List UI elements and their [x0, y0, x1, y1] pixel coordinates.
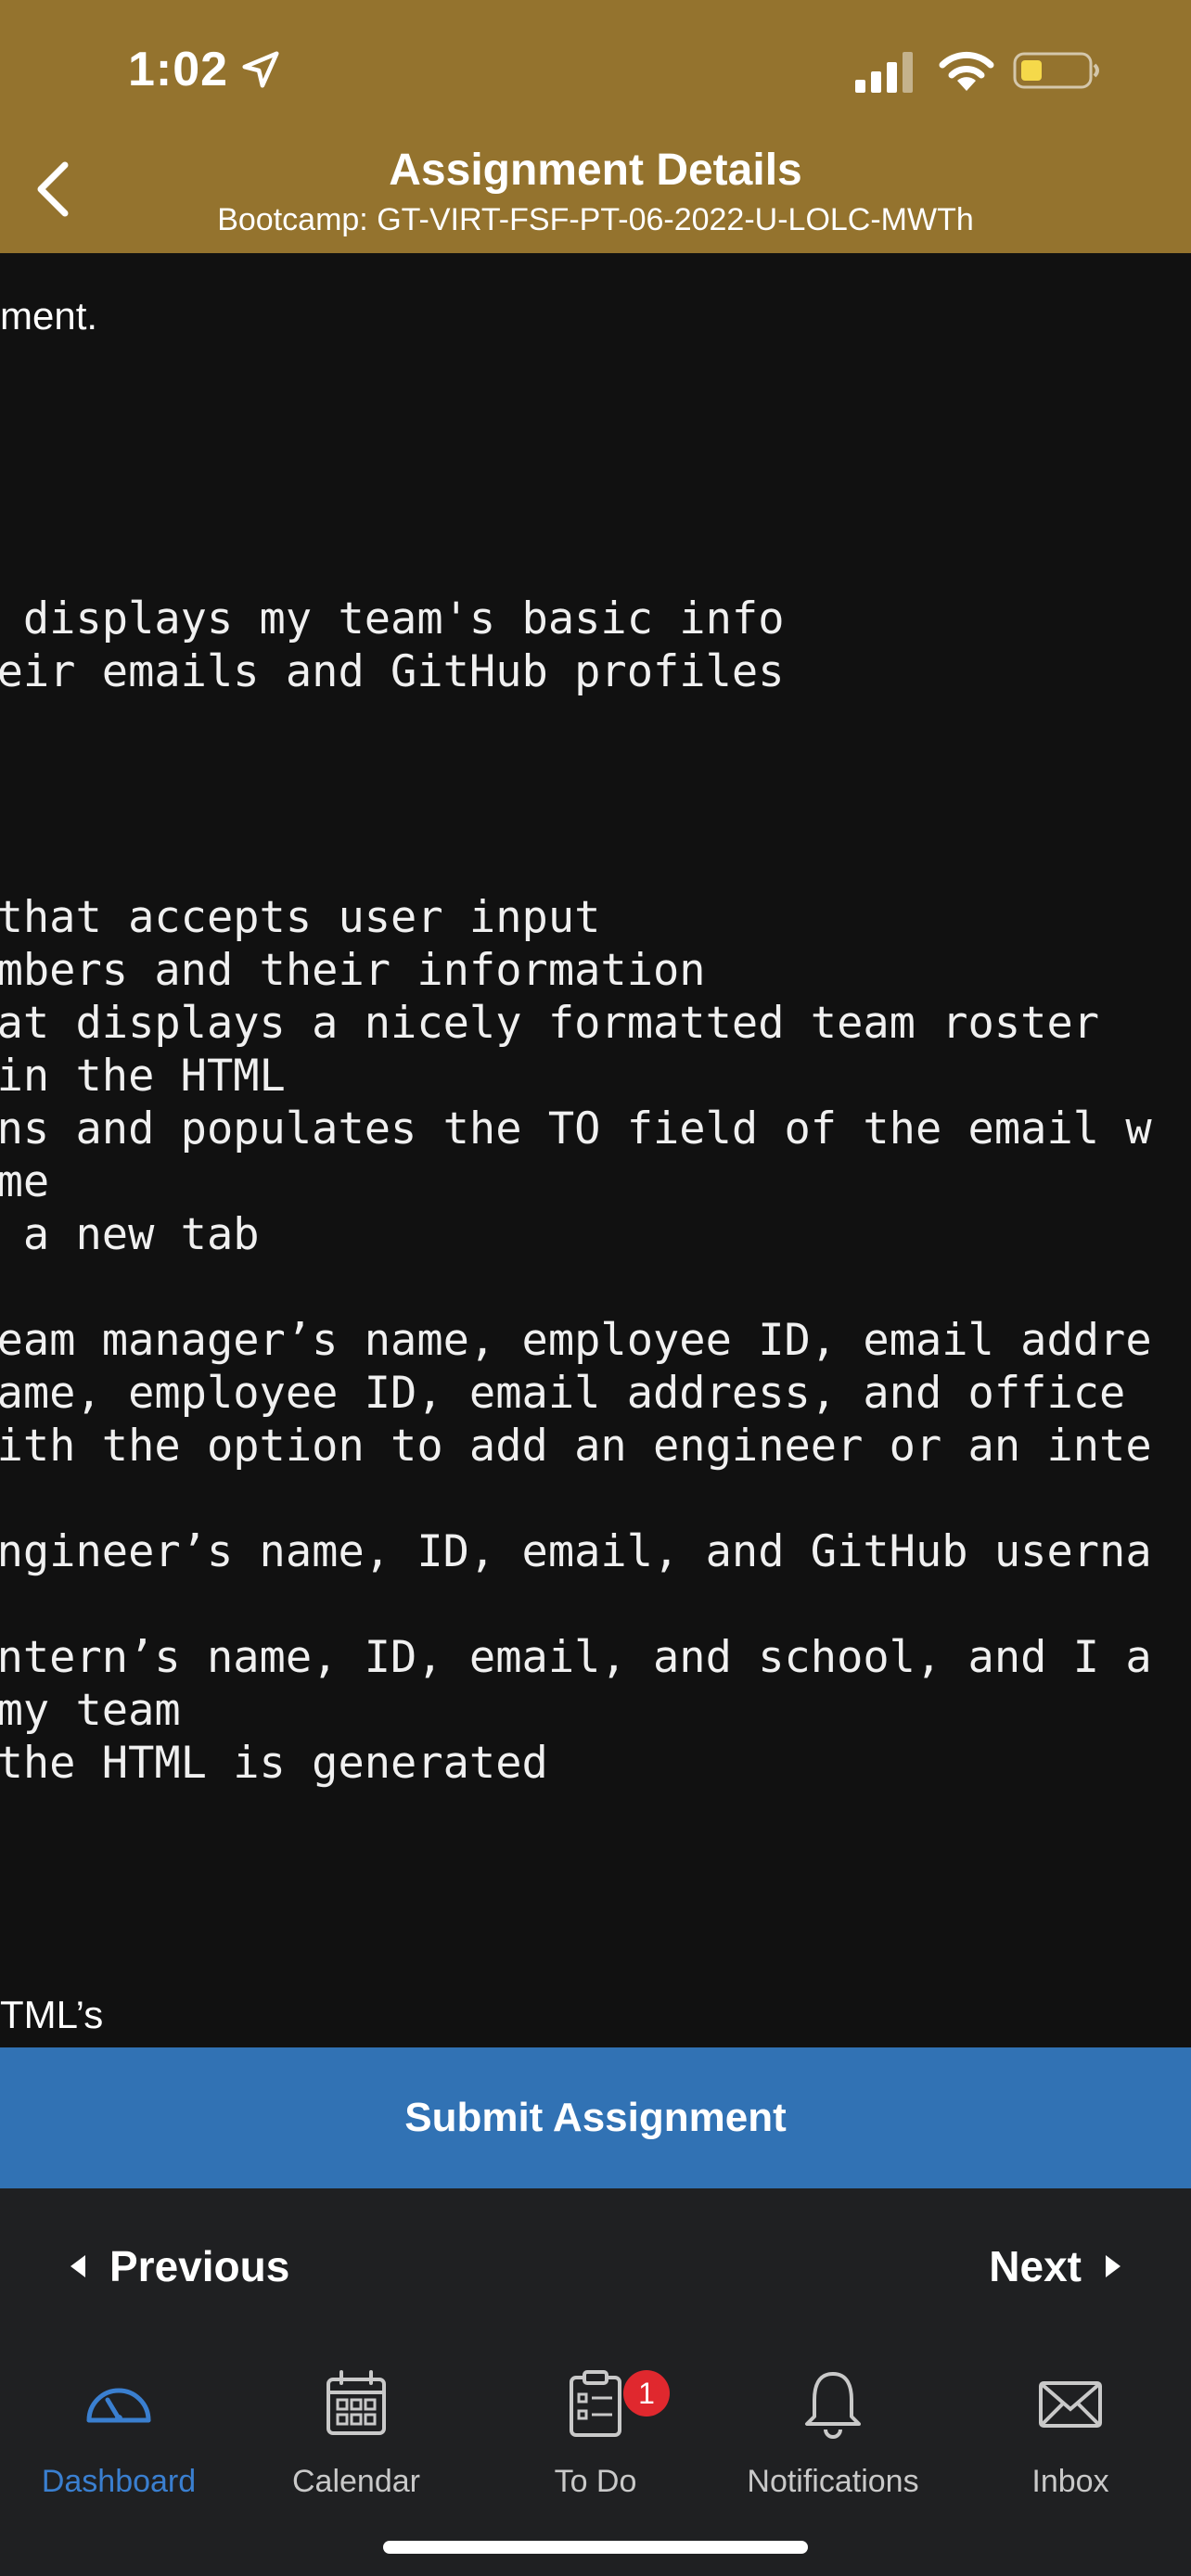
code-line: nt displays my team's basic info	[0, 593, 785, 644]
status-bar: 1:02	[0, 0, 1191, 139]
tab-label: Inbox	[1031, 2464, 1109, 2499]
code-line: n that accepts user input	[0, 892, 601, 943]
tab-label: Dashboard	[41, 2464, 197, 2499]
code-line: their emails and GitHub profiles	[0, 646, 785, 697]
description-text: TML’s	[0, 1993, 104, 2036]
status-time: 1:02	[128, 43, 229, 96]
page-subtitle: Bootcamp: GT-VIRT-FSF-PT-06-2022-U-LOLC-…	[217, 202, 974, 237]
code-line: g my team	[0, 1685, 181, 1736]
code-line: team manager’s name, employee ID, email …	[0, 1315, 1152, 1366]
battery-icon	[1013, 52, 1099, 89]
code-line: d the HTML is generated	[0, 1738, 548, 1789]
code-line: intern’s name, ID, email, and school, an…	[0, 1632, 1152, 1683]
tab-label: Calendar	[292, 2464, 420, 2499]
tab-notifications[interactable]: Notifications	[714, 2359, 952, 2507]
submit-assignment-label: Submit Assignment	[404, 2095, 787, 2140]
bell-icon	[805, 2372, 861, 2439]
tab-label: Notifications	[747, 2464, 919, 2499]
page-title: Assignment Details	[389, 146, 802, 195]
tab-calendar[interactable]: Calendar	[237, 2359, 475, 2507]
tab-inbox[interactable]: Inbox	[952, 2359, 1189, 2507]
envelope-icon	[1039, 2381, 1102, 2428]
cellular-signal-icon	[855, 52, 913, 93]
description-text: ment.	[0, 294, 98, 338]
tab-to-do[interactable]: 1 To Do	[477, 2359, 714, 2507]
todo-count-badge: 1	[623, 2370, 670, 2417]
submit-assignment-button[interactable]: Submit Assignment	[0, 2047, 1191, 2188]
wifi-icon	[939, 51, 994, 91]
code-line: members and their information	[0, 945, 706, 996]
caret-right-icon	[1106, 2255, 1121, 2277]
next-label: Next	[989, 2242, 1082, 2290]
code-line: engineer’s name, ID, email, and GitHub u…	[0, 1526, 1152, 1577]
home-indicator	[383, 2541, 808, 2554]
location-arrow-icon	[242, 51, 279, 88]
code-line: in a new tab	[22, 1209, 260, 1260]
todo-clipboard-icon	[570, 2370, 621, 2437]
app-header: 1:02 Assignment Details Bootcamp: GT-VIR…	[0, 0, 1191, 253]
pager-bar: Previous Next	[0, 2188, 1191, 2344]
tab-dashboard[interactable]: Dashboard	[0, 2359, 237, 2507]
caret-left-icon	[70, 2255, 85, 2277]
previous-button[interactable]: Previous	[67, 2235, 289, 2298]
code-line: s in the HTML	[0, 1051, 286, 1102]
previous-label: Previous	[109, 2242, 290, 2290]
code-line: name	[0, 1156, 50, 1207]
code-line: with the option to add an engineer or an…	[0, 1421, 1152, 1472]
code-line: name, employee ID, email address, and of…	[0, 1368, 1126, 1419]
tab-label: To Do	[554, 2464, 637, 2499]
code-line: pens and populates the TO field of the e…	[0, 1103, 1152, 1154]
code-line: that displays a nicely formatted team ro…	[0, 998, 1100, 1049]
dashboard-gauge-icon	[86, 2388, 151, 2423]
next-button[interactable]: Next	[989, 2235, 1124, 2298]
assignment-description: ment. nt displays my team's basic info t…	[0, 253, 1191, 2047]
calendar-icon	[327, 2370, 386, 2435]
